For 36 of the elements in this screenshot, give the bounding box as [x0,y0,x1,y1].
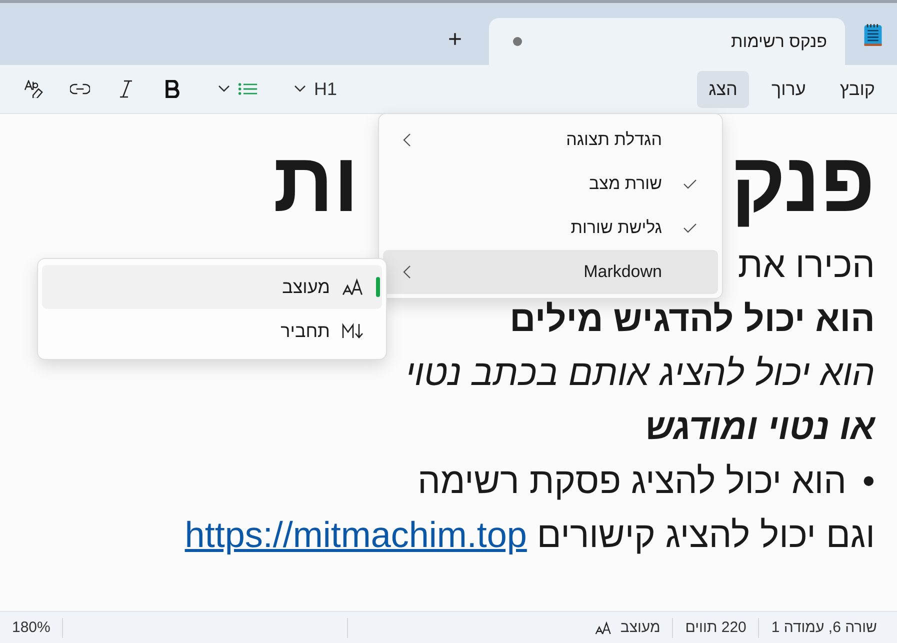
chevron-down-icon [294,85,306,93]
menu-option[interactable]: תחביר [42,309,382,353]
menu-item[interactable]: הצג [696,70,750,108]
menu-option[interactable]: מעוצב [42,265,382,309]
bullet-mark: • [862,459,875,503]
paragraph-text: הוא יכול להציג אותם בכתב נטוי [405,351,875,395]
zoom-level: 180% [0,618,64,638]
list-item-text: הוא יכול להציג פסקת רשימה [418,459,846,503]
new-tab-button[interactable]: + [435,20,475,60]
paragraph-text: או נטוי ומודגש [645,405,875,449]
markdown-icon [342,322,364,340]
menu-item[interactable]: ערוך [759,70,818,108]
chevron-down-icon [218,85,230,93]
chevron-left-icon [403,265,411,279]
document-tab[interactable]: פנקס רשימות [489,18,845,65]
bulleted-list-icon [238,80,258,98]
paragraph-text: הוא יכול להדגיש מילים [510,297,875,341]
menu-option[interactable]: Markdown [383,250,718,294]
heading-dropdown[interactable]: H1 [284,72,348,106]
font-size-icon [595,620,612,634]
font-size-icon [342,278,364,296]
paragraph-text: וגם יכול להציג קישורים [536,513,875,557]
menu-option[interactable]: גלישת שורות [383,206,718,250]
character-count: 220 תווים [672,618,758,638]
menu-item[interactable]: קובץ [828,70,887,108]
mode-label: מעוצב [620,618,660,638]
paragraph-text: הכירו את [738,243,875,287]
hyperlink[interactable]: https://mitmachim.top [184,508,527,562]
notepad-icon [863,23,883,47]
chevron-left-icon [403,133,411,147]
heading-text: ות [273,134,359,231]
heading-text: פנק [730,134,875,231]
cursor-position: שורה 6, עמודה 1 [758,618,897,638]
menu-option[interactable]: שורת מצב [383,162,718,206]
clear-formatting-icon [24,80,44,98]
menu-option[interactable]: הגדלת תצוגה [383,118,718,162]
